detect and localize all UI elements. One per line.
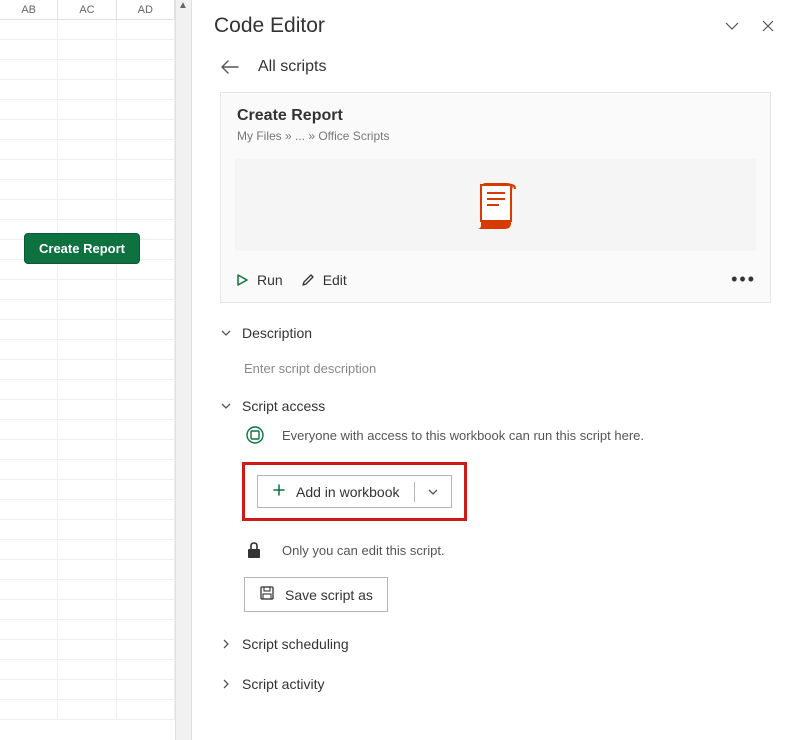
save-script-as-button[interactable]: Save script as [244,577,388,612]
pencil-icon [301,273,315,287]
section-title: Script scheduling [242,636,349,652]
close-icon[interactable] [759,17,777,35]
add-in-workbook-label: Add in workbook [296,484,400,500]
code-editor-pane: Code Editor All scripts Create Report My… [192,0,799,740]
chevron-right-icon [220,638,232,650]
script-scheduling-section-toggle[interactable]: Script scheduling [220,636,771,652]
col-header[interactable]: AD [117,0,175,19]
script-activity-section-toggle[interactable]: Script activity [220,676,771,692]
script-preview [235,159,756,251]
script-card: Create Report My Files » ... » Office Sc… [220,92,771,303]
section-title: Description [242,325,312,341]
globe-icon [244,424,266,446]
edit-button[interactable]: Edit [301,272,347,288]
run-label: Run [257,272,283,288]
vertical-scrollbar[interactable]: ▲ [176,0,192,740]
description-placeholder[interactable]: Enter script description [244,361,771,376]
access-everyone-text: Everyone with access to this workbook ca… [282,428,644,443]
add-in-workbook-button[interactable]: Add in workbook [257,475,452,508]
sheet-grid[interactable] [0,20,175,720]
save-icon [259,585,275,604]
more-options-icon[interactable]: ••• [731,269,756,290]
column-headers: AB AC AD [0,0,175,20]
col-header[interactable]: AC [58,0,116,19]
col-header[interactable]: AB [0,0,58,19]
chevron-right-icon [220,678,232,690]
create-report-button[interactable]: Create Report [24,233,140,264]
breadcrumb: My Files » ... » Office Scripts [237,129,754,143]
section-title: Script access [242,398,325,414]
back-arrow-icon[interactable] [220,59,240,75]
add-dropdown-toggle[interactable] [415,486,451,498]
run-button[interactable]: Run [235,272,283,288]
save-as-label: Save script as [285,587,373,603]
play-icon [235,273,249,287]
editor-title: Code Editor [214,14,325,38]
plus-icon [272,483,286,500]
lock-icon [244,541,264,559]
only-you-text: Only you can edit this script. [282,543,445,558]
script-access-section-toggle[interactable]: Script access [220,398,771,414]
spreadsheet-area: AB AC AD [0,0,176,740]
chevron-down-icon [220,400,232,412]
highlighted-add-button-area: Add in workbook [242,462,467,521]
scroll-up-arrow-icon[interactable]: ▲ [178,0,188,11]
editor-header: Code Editor [192,6,799,48]
chevron-down-icon [220,327,232,339]
section-title: Script activity [242,676,324,692]
edit-label: Edit [323,272,347,288]
script-file-icon [473,181,519,229]
script-name: Create Report [237,107,754,125]
description-section-toggle[interactable]: Description [220,325,771,341]
all-scripts-link[interactable]: All scripts [258,58,326,76]
collapse-icon[interactable] [723,17,741,35]
